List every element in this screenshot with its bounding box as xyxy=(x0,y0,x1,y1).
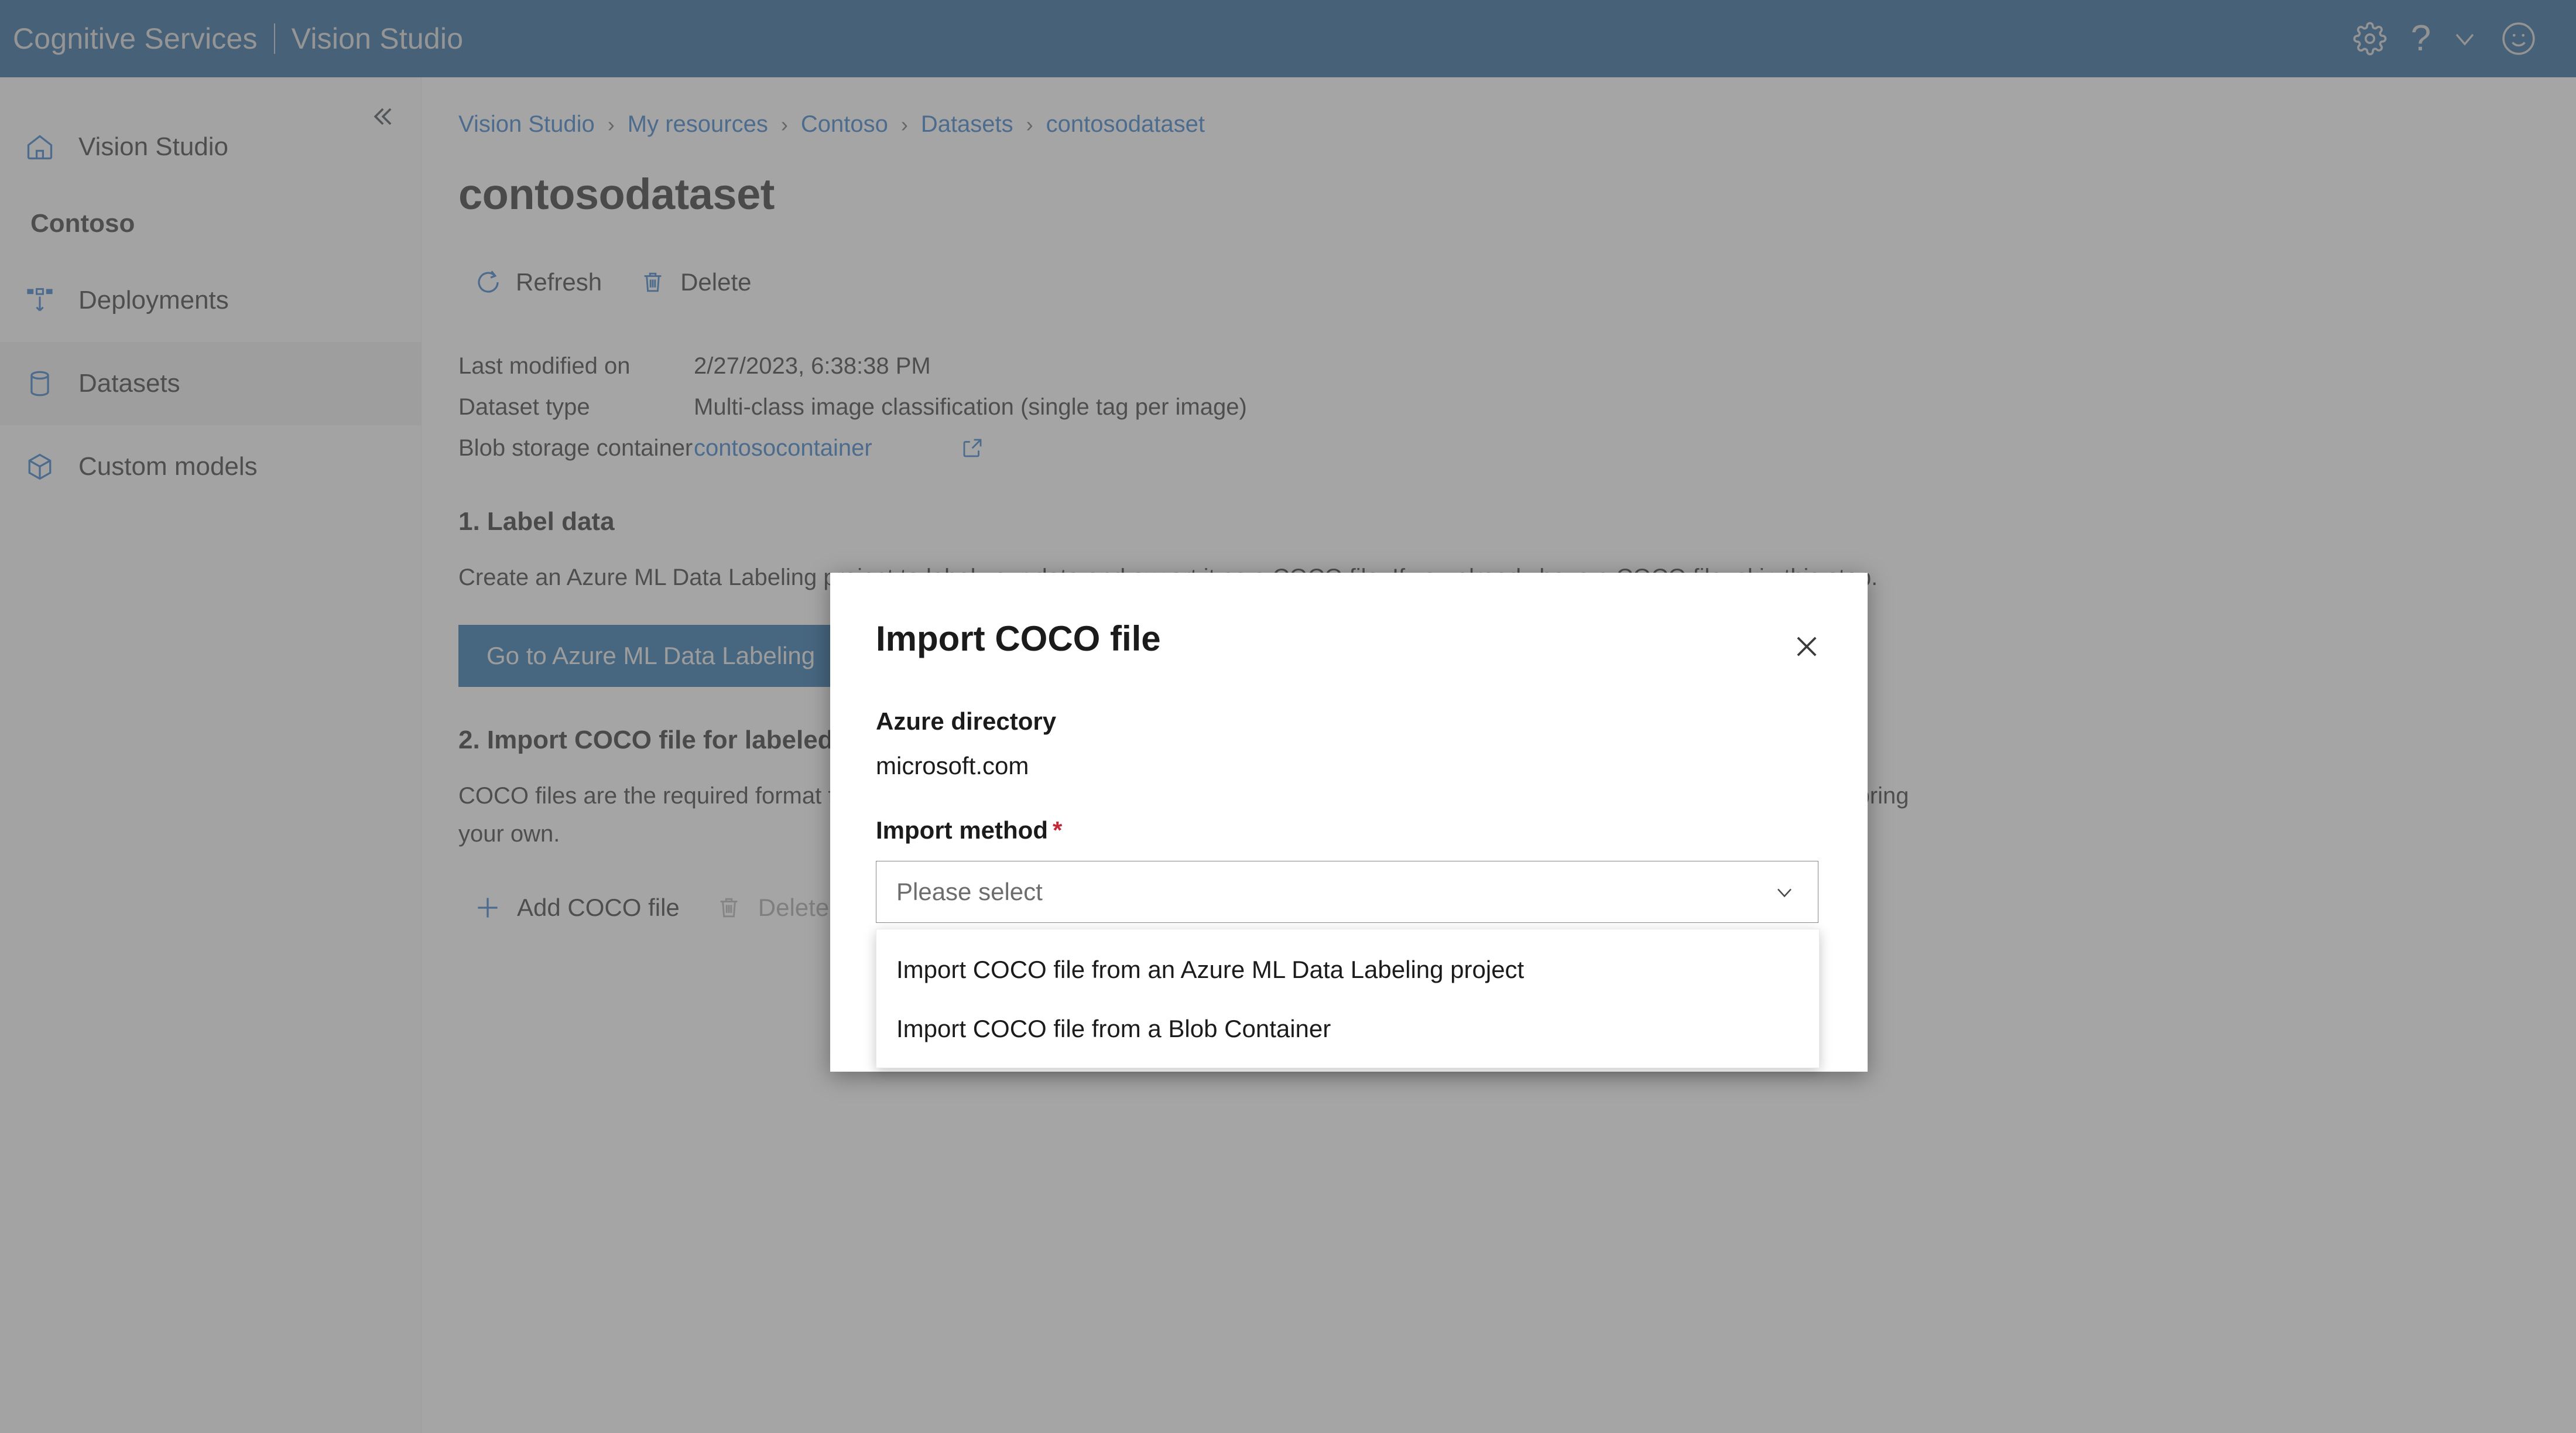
import-method-select[interactable]: Please select xyxy=(876,861,1818,923)
required-marker: * xyxy=(1052,816,1063,844)
dialog-body: Azure directory microsoft.com Import met… xyxy=(830,707,1868,923)
dropdown-option-azure-ml[interactable]: Import COCO file from an Azure ML Data L… xyxy=(876,940,1819,999)
import-method-placeholder: Please select xyxy=(896,878,1043,905)
dialog-header: Import COCO file xyxy=(830,573,1868,671)
import-method-label-text: Import method xyxy=(876,816,1048,844)
chevron-down-icon xyxy=(1771,878,1798,905)
dropdown-option-blob-container[interactable]: Import COCO file from a Blob Container xyxy=(876,999,1819,1058)
import-method-label: Import method * xyxy=(876,816,1822,844)
import-method-dropdown: Import COCO file from an Azure ML Data L… xyxy=(876,929,1820,1068)
close-icon[interactable] xyxy=(1782,622,1831,671)
dialog-title: Import COCO file xyxy=(876,619,1161,658)
azure-directory-value: microsoft.com xyxy=(876,752,1029,779)
azure-directory-label: Azure directory xyxy=(876,707,1057,735)
